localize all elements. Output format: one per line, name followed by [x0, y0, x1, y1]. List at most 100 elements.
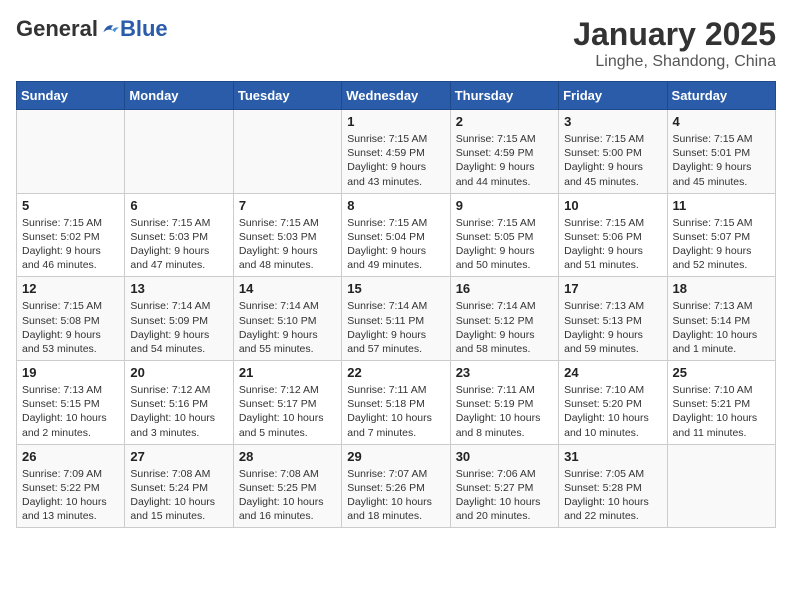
cell-info-text: Sunrise: 7:14 AMSunset: 5:11 PMDaylight:…	[347, 299, 444, 356]
calendar-week-row: 19 Sunrise: 7:13 AMSunset: 5:15 PMDayligh…	[17, 361, 776, 445]
title-block: January 2025 Linghe, Shandong, China	[573, 16, 776, 71]
calendar-cell	[667, 444, 775, 528]
calendar-cell: 1 Sunrise: 7:15 AMSunset: 4:59 PMDaylight…	[342, 110, 450, 194]
cell-info-text: Sunrise: 7:15 AMSunset: 5:03 PMDaylight:…	[130, 216, 227, 273]
calendar-cell: 11Sunrise: 7:15 AMSunset: 5:07 PMDayligh…	[667, 193, 775, 277]
weekday-header-tuesday: Tuesday	[233, 82, 341, 110]
logo-bird-icon	[100, 19, 120, 39]
calendar-cell: 15 Sunrise: 7:14 AMSunset: 5:11 PMDayligh…	[342, 277, 450, 361]
day-number: 27	[130, 449, 227, 464]
weekday-header-friday: Friday	[559, 82, 667, 110]
day-number: 30	[456, 449, 553, 464]
calendar-cell	[233, 110, 341, 194]
cell-info-text: Sunrise: 7:15 AMSunset: 5:04 PMDaylight:…	[347, 216, 444, 273]
month-title: January 2025	[573, 16, 776, 53]
day-number: 26	[22, 449, 119, 464]
logo-general-text: General	[16, 16, 98, 42]
weekday-header-sunday: Sunday	[17, 82, 125, 110]
cell-info-text: Sunrise: 7:15 AMSunset: 5:07 PMDaylight:…	[673, 216, 770, 273]
cell-info-text: Sunrise: 7:15 AMSunset: 5:08 PMDaylight:…	[22, 299, 119, 356]
cell-info-text: Sunrise: 7:15 AMSunset: 5:01 PMDaylight:…	[673, 132, 770, 189]
day-number: 18	[673, 281, 770, 296]
calendar-cell: 5 Sunrise: 7:15 AMSunset: 5:02 PMDaylight…	[17, 193, 125, 277]
logo: General Blue	[16, 16, 168, 42]
cell-info-text: Sunrise: 7:06 AMSunset: 5:27 PMDaylight:…	[456, 467, 553, 524]
cell-info-text: Sunrise: 7:05 AMSunset: 5:28 PMDaylight:…	[564, 467, 661, 524]
day-number: 17	[564, 281, 661, 296]
calendar-cell: 14 Sunrise: 7:14 AMSunset: 5:10 PMDayligh…	[233, 277, 341, 361]
cell-info-text: Sunrise: 7:13 AMSunset: 5:14 PMDaylight:…	[673, 299, 770, 356]
calendar-cell: 24Sunrise: 7:10 AMSunset: 5:20 PMDayligh…	[559, 361, 667, 445]
day-number: 4	[673, 114, 770, 129]
calendar-cell: 17 Sunrise: 7:13 AMSunset: 5:13 PMDayligh…	[559, 277, 667, 361]
calendar-cell: 12Sunrise: 7:15 AMSunset: 5:08 PMDayligh…	[17, 277, 125, 361]
calendar-cell: 20Sunrise: 7:12 AMSunset: 5:16 PMDayligh…	[125, 361, 233, 445]
day-number: 5	[22, 198, 119, 213]
cell-info-text: Sunrise: 7:13 AMSunset: 5:13 PMDaylight:…	[564, 299, 661, 356]
calendar-cell: 3Sunrise: 7:15 AMSunset: 5:00 PMDaylight…	[559, 110, 667, 194]
day-number: 24	[564, 365, 661, 380]
day-number: 9	[456, 198, 553, 213]
cell-info-text: Sunrise: 7:12 AMSunset: 5:17 PMDaylight:…	[239, 383, 336, 440]
calendar-cell: 4 Sunrise: 7:15 AMSunset: 5:01 PMDaylight…	[667, 110, 775, 194]
day-number: 2	[456, 114, 553, 129]
calendar-cell: 10 Sunrise: 7:15 AMSunset: 5:06 PMDayligh…	[559, 193, 667, 277]
calendar-cell: 7Sunrise: 7:15 AMSunset: 5:03 PMDaylight…	[233, 193, 341, 277]
cell-info-text: Sunrise: 7:15 AMSunset: 5:00 PMDaylight:…	[564, 132, 661, 189]
day-number: 8	[347, 198, 444, 213]
calendar-header-row: SundayMondayTuesdayWednesdayThursdayFrid…	[17, 82, 776, 110]
calendar-cell: 29Sunrise: 7:07 AMSunset: 5:26 PMDayligh…	[342, 444, 450, 528]
calendar-body: 1 Sunrise: 7:15 AMSunset: 4:59 PMDaylight…	[17, 110, 776, 528]
calendar-cell: 2 Sunrise: 7:15 AMSunset: 4:59 PMDaylight…	[450, 110, 558, 194]
day-number: 23	[456, 365, 553, 380]
cell-info-text: Sunrise: 7:15 AMSunset: 4:59 PMDaylight:…	[456, 132, 553, 189]
day-number: 28	[239, 449, 336, 464]
calendar-cell: 16 Sunrise: 7:14 AMSunset: 5:12 PMDayligh…	[450, 277, 558, 361]
day-number: 10	[564, 198, 661, 213]
day-number: 20	[130, 365, 227, 380]
weekday-header-wednesday: Wednesday	[342, 82, 450, 110]
calendar-cell: 21 Sunrise: 7:12 AMSunset: 5:17 PMDayligh…	[233, 361, 341, 445]
cell-info-text: Sunrise: 7:08 AMSunset: 5:25 PMDaylight:…	[239, 467, 336, 524]
calendar-week-row: 12Sunrise: 7:15 AMSunset: 5:08 PMDayligh…	[17, 277, 776, 361]
day-number: 1	[347, 114, 444, 129]
calendar-cell: 31 Sunrise: 7:05 AMSunset: 5:28 PMDayligh…	[559, 444, 667, 528]
day-number: 15	[347, 281, 444, 296]
cell-info-text: Sunrise: 7:13 AMSunset: 5:15 PMDaylight:…	[22, 383, 119, 440]
day-number: 13	[130, 281, 227, 296]
cell-info-text: Sunrise: 7:08 AMSunset: 5:24 PMDaylight:…	[130, 467, 227, 524]
cell-info-text: Sunrise: 7:15 AMSunset: 4:59 PMDaylight:…	[347, 132, 444, 189]
day-number: 16	[456, 281, 553, 296]
weekday-header-monday: Monday	[125, 82, 233, 110]
page-header: General Blue January 2025 Linghe, Shando…	[16, 16, 776, 71]
cell-info-text: Sunrise: 7:14 AMSunset: 5:12 PMDaylight:…	[456, 299, 553, 356]
calendar-week-row: 5 Sunrise: 7:15 AMSunset: 5:02 PMDaylight…	[17, 193, 776, 277]
calendar-cell: 6Sunrise: 7:15 AMSunset: 5:03 PMDaylight…	[125, 193, 233, 277]
cell-info-text: Sunrise: 7:15 AMSunset: 5:02 PMDaylight:…	[22, 216, 119, 273]
cell-info-text: Sunrise: 7:11 AMSunset: 5:19 PMDaylight:…	[456, 383, 553, 440]
cell-info-text: Sunrise: 7:11 AMSunset: 5:18 PMDaylight:…	[347, 383, 444, 440]
day-number: 14	[239, 281, 336, 296]
cell-info-text: Sunrise: 7:15 AMSunset: 5:06 PMDaylight:…	[564, 216, 661, 273]
calendar-cell: 19 Sunrise: 7:13 AMSunset: 5:15 PMDayligh…	[17, 361, 125, 445]
calendar-cell: 22 Sunrise: 7:11 AMSunset: 5:18 PMDayligh…	[342, 361, 450, 445]
calendar-cell: 8 Sunrise: 7:15 AMSunset: 5:04 PMDaylight…	[342, 193, 450, 277]
day-number: 7	[239, 198, 336, 213]
calendar-cell: 25Sunrise: 7:10 AMSunset: 5:21 PMDayligh…	[667, 361, 775, 445]
logo-blue-text: Blue	[120, 16, 168, 42]
cell-info-text: Sunrise: 7:14 AMSunset: 5:10 PMDaylight:…	[239, 299, 336, 356]
calendar-week-row: 26 Sunrise: 7:09 AMSunset: 5:22 PMDayligh…	[17, 444, 776, 528]
weekday-header-saturday: Saturday	[667, 82, 775, 110]
cell-info-text: Sunrise: 7:14 AMSunset: 5:09 PMDaylight:…	[130, 299, 227, 356]
day-number: 22	[347, 365, 444, 380]
cell-info-text: Sunrise: 7:07 AMSunset: 5:26 PMDaylight:…	[347, 467, 444, 524]
calendar-cell	[17, 110, 125, 194]
cell-info-text: Sunrise: 7:09 AMSunset: 5:22 PMDaylight:…	[22, 467, 119, 524]
location: Linghe, Shandong, China	[573, 53, 776, 71]
day-number: 19	[22, 365, 119, 380]
calendar-table: SundayMondayTuesdayWednesdayThursdayFrid…	[16, 81, 776, 528]
day-number: 21	[239, 365, 336, 380]
calendar-week-row: 1 Sunrise: 7:15 AMSunset: 4:59 PMDaylight…	[17, 110, 776, 194]
weekday-header-thursday: Thursday	[450, 82, 558, 110]
day-number: 31	[564, 449, 661, 464]
